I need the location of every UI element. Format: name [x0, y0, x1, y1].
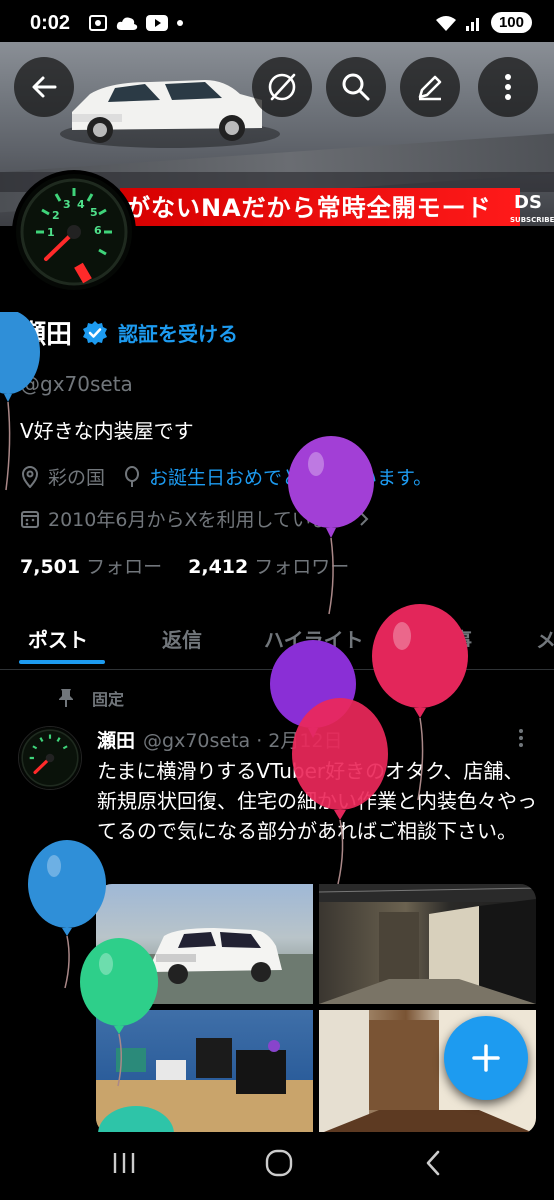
back-arrow-icon — [32, 76, 57, 98]
post-image-interior-1[interactable] — [318, 884, 536, 1004]
calendar-icon — [21, 510, 39, 528]
tachometer-avatar-image: 1 23 45 6 — [16, 174, 132, 290]
svg-text:1: 1 — [47, 226, 55, 239]
banner-subscribe-badge: DS SUBSCRIBE — [510, 192, 554, 224]
back-button[interactable] — [14, 57, 74, 117]
more-vertical-icon — [519, 729, 523, 747]
svg-text:4: 4 — [77, 198, 85, 211]
youtube-icon — [146, 15, 168, 31]
wifi-icon — [435, 15, 456, 31]
battery-indicator: 100 — [490, 12, 532, 33]
birthday-balloon-purple-1 — [288, 436, 374, 615]
following-label[interactable]: フォロー — [86, 552, 162, 579]
unmute-icon — [268, 73, 296, 101]
search-button[interactable] — [326, 57, 386, 117]
edit-button[interactable] — [400, 57, 460, 117]
edit-icon — [418, 75, 442, 101]
followers-count[interactable]: 2,412 — [188, 556, 248, 578]
post-author-name[interactable]: 瀬田 — [97, 726, 135, 753]
post-more-button[interactable] — [518, 728, 524, 753]
compose-plus-icon — [472, 1044, 500, 1072]
profile-name-row: 瀬田 認証を受ける — [20, 314, 238, 351]
birthday-balloon-green — [80, 938, 158, 1087]
balloon-icon — [125, 465, 140, 487]
verified-badge-icon — [83, 320, 108, 345]
recents-icon[interactable] — [110, 1150, 138, 1176]
following-count[interactable]: 7,501 — [20, 556, 80, 578]
signal-icon — [465, 17, 479, 31]
tab-media[interactable]: メ — [536, 624, 554, 653]
post-author-avatar[interactable] — [18, 726, 82, 790]
svg-text:2: 2 — [52, 209, 60, 222]
active-tab-indicator — [19, 660, 105, 664]
cloud-icon — [116, 17, 138, 30]
tachometer-avatar-small-image — [19, 727, 81, 789]
more-options-button[interactable] — [478, 57, 538, 117]
svg-text:6: 6 — [94, 224, 102, 237]
get-verified-link[interactable]: 認証を受ける — [118, 318, 238, 347]
pinned-label: 固定 — [92, 690, 125, 709]
birthday-balloon-teal — [98, 1106, 174, 1134]
profile-location: 彩の国 — [48, 467, 106, 489]
more-vertical-icon — [505, 74, 511, 100]
tab-posts[interactable]: ポスト — [28, 624, 88, 653]
birthday-balloon-red-2 — [292, 698, 388, 885]
banner-caption: がないNAだから常時全開モード — [120, 188, 520, 226]
interior-photo-1 — [318, 884, 536, 1004]
search-icon — [342, 73, 370, 101]
status-time: 0:02 — [30, 12, 71, 34]
profile-bio: V好きな内装屋です — [20, 419, 194, 443]
tab-replies[interactable]: 返信 — [162, 624, 202, 653]
birthday-balloon-blue-1 — [0, 312, 40, 491]
pinned-indicator: 固定 — [58, 686, 124, 710]
notification-dot-icon — [177, 20, 183, 26]
unmute-button[interactable] — [252, 57, 312, 117]
home-icon[interactable] — [264, 1148, 294, 1178]
compose-post-button[interactable] — [444, 1016, 528, 1100]
svg-text:5: 5 — [90, 206, 98, 219]
screenshot-icon — [89, 15, 107, 31]
svg-text:3: 3 — [63, 198, 71, 211]
pin-icon — [59, 689, 73, 707]
back-icon[interactable] — [422, 1148, 444, 1178]
system-navigation-bar — [0, 1132, 554, 1200]
profile-avatar[interactable]: 1 23 45 6 — [12, 170, 136, 294]
